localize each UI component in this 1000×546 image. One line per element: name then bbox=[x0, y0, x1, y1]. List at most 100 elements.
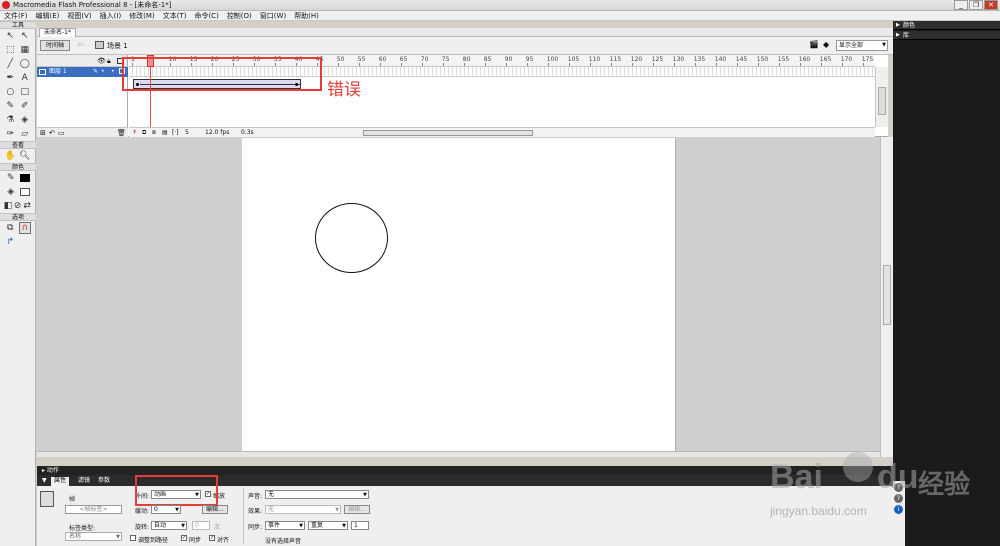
frame-name-input[interactable]: <帧标签> bbox=[65, 505, 122, 514]
dot-icon: • bbox=[101, 68, 105, 75]
frame-label: 帧 bbox=[69, 496, 76, 503]
onion-skin-icon[interactable]: ⧉ bbox=[142, 129, 146, 137]
menu-item[interactable]: 编辑(E) bbox=[32, 11, 64, 21]
effect-select[interactable]: 无 ▼ bbox=[265, 505, 341, 514]
layer-row[interactable]: 图层 1 ✎ • • bbox=[37, 67, 128, 77]
panel-side-strip: ? ? i bbox=[893, 481, 905, 546]
no-color-icon[interactable]: ⊘ bbox=[13, 200, 23, 212]
sync-checkbox[interactable]: ✓ bbox=[181, 535, 187, 541]
snap-to-objects-icon[interactable]: ⧉ bbox=[4, 222, 16, 234]
stage-vertical-scrollbar[interactable] bbox=[880, 137, 893, 457]
back-arrow-icon[interactable]: ⇦ bbox=[77, 40, 84, 49]
sound-select[interactable]: 无 ▼ bbox=[265, 490, 369, 499]
lasso-icon[interactable]: ◯ bbox=[19, 58, 31, 70]
ease-input[interactable]: 0 ▼ bbox=[151, 505, 181, 514]
timeline-horizontal-scrollbar[interactable] bbox=[363, 130, 533, 136]
stroke-color-swatch[interactable] bbox=[20, 174, 31, 182]
fill-color-swatch[interactable] bbox=[20, 188, 31, 196]
menu-item[interactable]: 命令(C) bbox=[190, 11, 222, 21]
menu-item[interactable]: 控制(O) bbox=[223, 11, 256, 21]
stage-canvas[interactable] bbox=[242, 138, 675, 451]
pen-icon[interactable]: ✒ bbox=[4, 72, 16, 84]
circle-shape[interactable] bbox=[315, 203, 388, 273]
timeline-vertical-scrollbar[interactable] bbox=[875, 67, 888, 127]
onion-markers-icon[interactable]: [·] bbox=[172, 129, 179, 136]
fill-color-icon[interactable]: ◈ bbox=[5, 186, 17, 198]
edit-symbol-icon[interactable]: ◆ bbox=[823, 40, 835, 50]
eye-icon[interactable]: 👁︎ bbox=[97, 57, 106, 65]
magnet-icon[interactable]: ∩ bbox=[18, 222, 31, 234]
actions-panel-bar[interactable]: ▸ 动作 bbox=[37, 466, 893, 475]
effect-edit-button[interactable]: 编辑... bbox=[344, 505, 370, 514]
pencil-icon[interactable]: ✎ bbox=[4, 100, 16, 112]
add-layer-icon[interactable]: ⊞ bbox=[40, 129, 46, 137]
snap-checkbox[interactable]: ✓ bbox=[209, 535, 215, 541]
info-icon[interactable]: i bbox=[894, 505, 903, 514]
menu-item[interactable]: 帮助(H) bbox=[290, 11, 323, 21]
help-icon[interactable]: ? bbox=[894, 483, 903, 492]
menu-item[interactable]: 修改(M) bbox=[125, 11, 159, 21]
smooth-icon[interactable]: ↱ bbox=[4, 236, 16, 248]
menu-item[interactable]: 文件(F) bbox=[0, 11, 32, 21]
ruler-tick bbox=[631, 63, 633, 66]
tools-panel: 工具 ↖ ↖ ⬚ ▦ ╱ ◯ ✒ A ○ □ ✎ ✐ ⚗ ◈ ✑ ▱ 查看 ✋ 🔍︎ 颜色 ✎ ◈ ◧ ⊘ ⇄… bbox=[0, 21, 36, 546]
eraser-icon[interactable]: ▱ bbox=[19, 128, 31, 140]
rotate-count-input[interactable]: 0 bbox=[192, 521, 210, 530]
center-frame-icon[interactable]: ↟ bbox=[132, 129, 137, 136]
ruler-frame-number: 115 bbox=[609, 56, 622, 63]
ruler-tick bbox=[862, 63, 864, 66]
tab-filters[interactable]: 滤镜 bbox=[75, 477, 93, 486]
color-panel-header[interactable]: ▶ 颜色 bbox=[893, 21, 1000, 30]
stroke-color-icon[interactable]: ✎ bbox=[5, 172, 17, 184]
edit-multiple-icon[interactable]: ▤ bbox=[162, 129, 168, 136]
orient-path-label: 调整到路径 bbox=[138, 537, 169, 544]
timeline-toggle-button[interactable]: 时间轴 bbox=[40, 40, 70, 51]
line-icon[interactable]: ╱ bbox=[4, 58, 16, 70]
properties-panel: ▼ 属性 滤镜 参数 帧 <帧标签> 标签类型: 名称 ▼ 补间: 动画 ▼ ✓… bbox=[37, 475, 893, 546]
black-white-icon[interactable]: ◧ bbox=[3, 200, 13, 212]
rotate-select[interactable]: 自动 ▼ bbox=[151, 521, 187, 530]
text-icon[interactable]: A bbox=[19, 72, 31, 84]
ink-bottle-icon[interactable]: ⚗ bbox=[4, 114, 16, 126]
document-tab[interactable]: 未命名-1* bbox=[39, 28, 76, 37]
menu-item[interactable]: 文本(T) bbox=[159, 11, 191, 21]
onion-outline-icon[interactable]: ⧈ bbox=[152, 129, 156, 137]
lock-icon[interactable]: 🔒︎ bbox=[107, 57, 111, 66]
free-transform-icon[interactable]: ⬚ bbox=[4, 44, 16, 56]
restore-button[interactable]: ❐ bbox=[969, 0, 983, 10]
label-type-select[interactable]: 名称 ▼ bbox=[65, 532, 122, 541]
trash-icon[interactable]: 🗑︎ bbox=[117, 129, 126, 137]
swap-colors-icon[interactable]: ⇄ bbox=[22, 200, 32, 212]
ease-edit-button[interactable]: 编辑... bbox=[202, 505, 228, 514]
sync-event-select[interactable]: 事件 ▼ bbox=[265, 521, 305, 530]
zoom-select[interactable]: 显示全部 ▼ bbox=[836, 40, 888, 51]
help-icon[interactable]: ? bbox=[894, 494, 903, 503]
rectangle-icon[interactable]: □ bbox=[19, 86, 31, 98]
minimize-button[interactable]: _ bbox=[954, 0, 968, 10]
stage-horizontal-scrollbar[interactable] bbox=[37, 451, 880, 457]
brush-icon[interactable]: ✐ bbox=[19, 100, 31, 112]
close-button[interactable]: ✕ bbox=[984, 0, 998, 10]
subselect-icon[interactable]: ↖ bbox=[19, 30, 31, 42]
arrow-icon[interactable]: ↖ bbox=[4, 30, 16, 42]
menu-item[interactable]: 插入(I) bbox=[96, 11, 126, 21]
paint-bucket-icon[interactable]: ◈ bbox=[19, 114, 31, 126]
orient-path-checkbox[interactable] bbox=[130, 535, 136, 541]
eyedropper-icon[interactable]: ✑ bbox=[4, 128, 16, 140]
hand-icon[interactable]: ✋ bbox=[4, 150, 16, 162]
zoom-icon[interactable]: 🔍︎ bbox=[19, 150, 31, 162]
collapse-triangle-icon[interactable]: ▼ bbox=[39, 477, 50, 486]
sync-count-input[interactable]: 1 bbox=[351, 521, 369, 530]
add-guide-icon[interactable]: ↶ bbox=[49, 129, 55, 137]
menu-item[interactable]: 视图(V) bbox=[63, 11, 95, 21]
add-folder-icon[interactable]: ▭ bbox=[58, 129, 65, 137]
tab-properties[interactable]: 属性 bbox=[51, 477, 70, 486]
menu-item[interactable]: 窗口(W) bbox=[256, 11, 290, 21]
tab-parameters[interactable]: 参数 bbox=[95, 477, 113, 486]
ruler-frame-number: 165 bbox=[819, 56, 832, 63]
fill-transform-icon[interactable]: ▦ bbox=[19, 44, 31, 56]
library-panel-header[interactable]: ▶ 库 bbox=[893, 31, 1000, 40]
oval-icon[interactable]: ○ bbox=[4, 86, 16, 98]
edit-scene-icon[interactable]: 🎬︎ bbox=[809, 40, 821, 50]
sync-repeat-select[interactable]: 重复 ▼ bbox=[308, 521, 348, 530]
